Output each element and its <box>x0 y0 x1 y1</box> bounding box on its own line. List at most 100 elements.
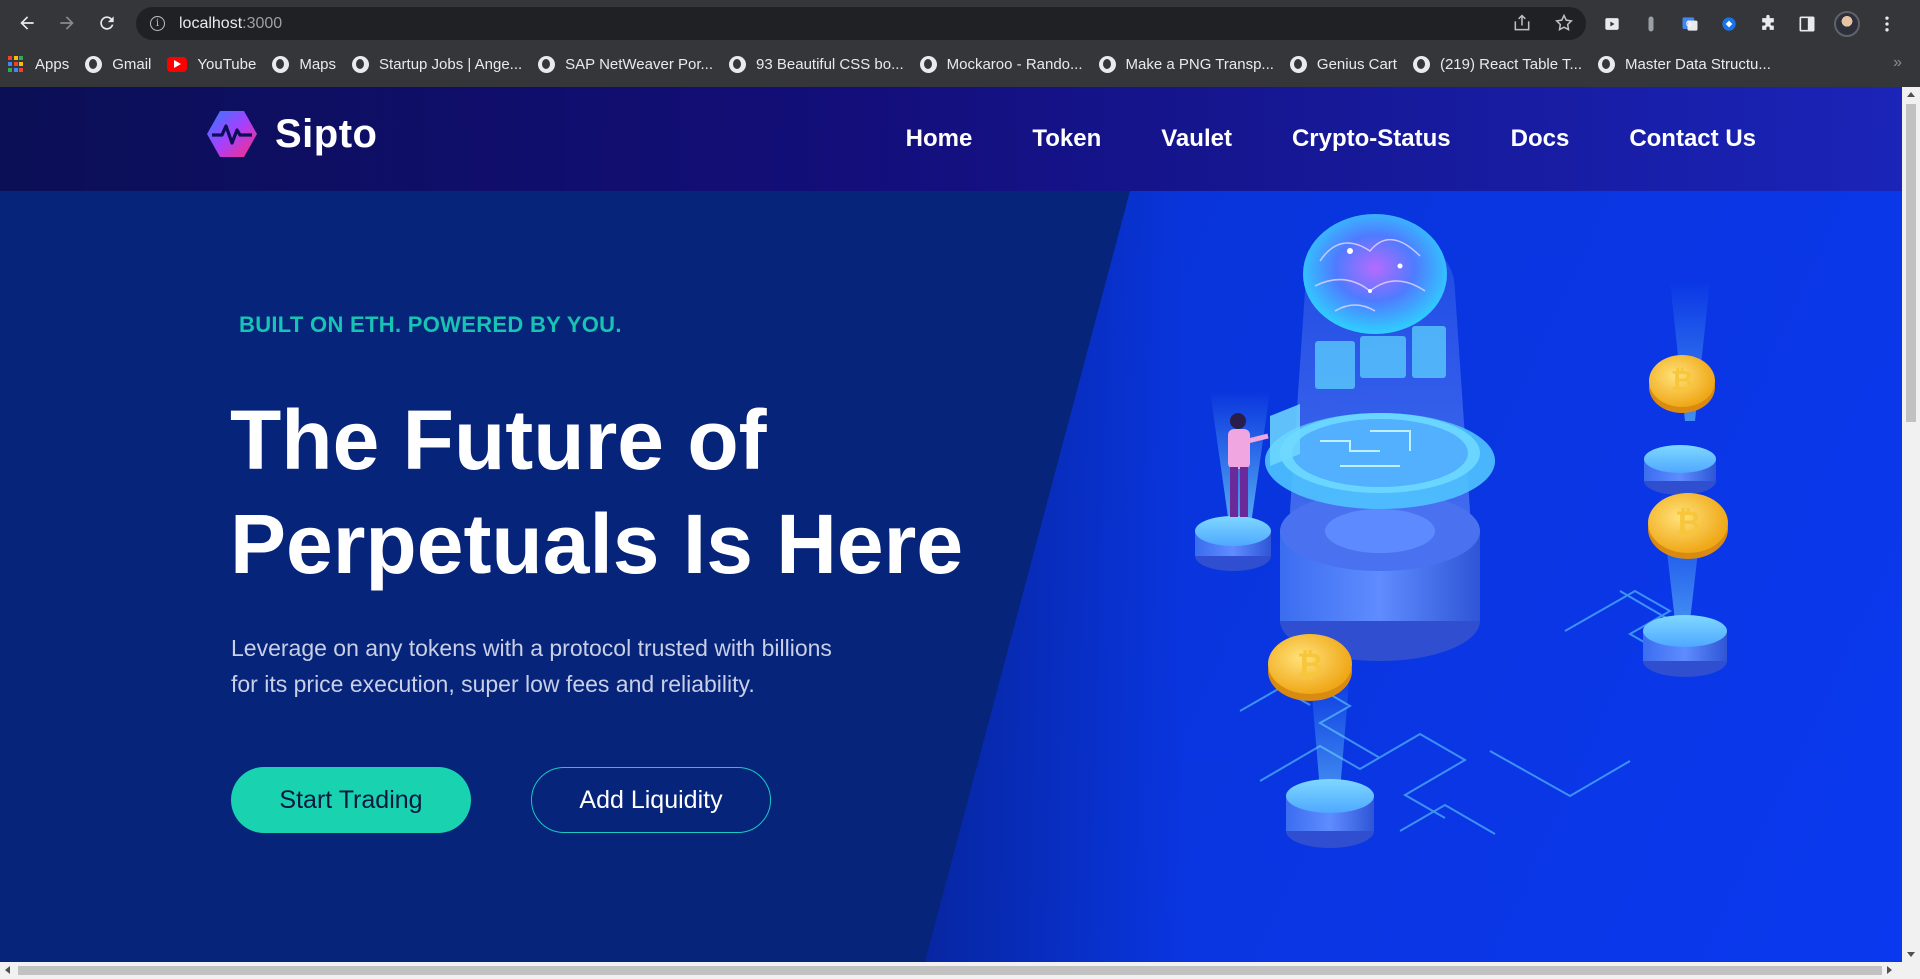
bookmark-label: Make a PNG Transp... <box>1125 55 1274 73</box>
add-liquidity-button[interactable]: Add Liquidity <box>531 767 771 833</box>
extensions-puzzle-icon[interactable] <box>1756 12 1780 36</box>
nav-docs[interactable]: Docs <box>1511 125 1570 153</box>
bookmarks-overflow-button[interactable]: » <box>1893 54 1902 72</box>
share-icon[interactable] <box>1512 13 1532 33</box>
headline-line-2: Perpetuals Is Here <box>230 497 964 591</box>
isometric-crypto-illustration: ₿ ₿ ₿ <box>1195 214 1728 848</box>
reload-icon <box>100 16 114 30</box>
vertical-scroll-thumb[interactable] <box>1906 104 1916 422</box>
bookmark-star-icon[interactable] <box>1554 13 1574 33</box>
brand-name: Sipto <box>275 111 378 156</box>
translate-extension-icon[interactable]: G <box>1678 12 1702 36</box>
bookmarks-bar: Apps Gmail YouTube Maps Startup Jobs | Ange.… <box>0 48 1920 80</box>
bookmark-item[interactable]: Maps <box>264 50 344 78</box>
bookmark-item[interactable]: 93 Beautiful CSS bo... <box>721 50 912 78</box>
globe-icon <box>538 55 556 73</box>
scroll-left-arrow-icon[interactable] <box>5 966 10 974</box>
bookmark-item[interactable]: Startup Jobs | Ange... <box>344 50 530 78</box>
nav-home[interactable]: Home <box>906 125 973 153</box>
bookmark-label: 93 Beautiful CSS bo... <box>756 55 904 73</box>
arrow-right-icon <box>60 16 74 30</box>
subtitle-line-2: for its price execution, super low fees … <box>231 671 755 697</box>
main-nav: Home Token Vaulet Crypto-Status Docs Con… <box>906 125 1756 153</box>
youtube-icon <box>167 56 188 72</box>
blue-extension-icon[interactable] <box>1717 12 1741 36</box>
nav-vaulet[interactable]: Vaulet <box>1161 125 1232 153</box>
bookmark-item[interactable]: (219) React Table T... <box>1405 50 1590 78</box>
bookmark-label: (219) React Table T... <box>1439 55 1582 73</box>
url-port: :3000 <box>242 14 283 32</box>
holo-panel <box>1412 326 1446 378</box>
hero-section: BUILT ON ETH. POWERED BY YOU. The Future… <box>0 191 1902 962</box>
bookmark-label: Apps <box>35 55 70 73</box>
bookmark-item[interactable]: YouTube <box>159 50 264 78</box>
site-info-icon[interactable]: i <box>150 16 165 31</box>
bookmark-item[interactable]: Make a PNG Transp... <box>1091 50 1282 78</box>
globe-icon <box>1098 55 1116 73</box>
bitcoin-coin: ₿ <box>1268 634 1374 848</box>
globe-icon <box>1412 55 1430 73</box>
holo-panel <box>1315 341 1355 389</box>
bookmark-label: SAP NetWeaver Por... <box>565 55 714 73</box>
bookmark-label: Genius Cart <box>1316 55 1397 73</box>
pulse-hexagon-logo-icon <box>207 111 257 157</box>
horizontal-scroll-thumb[interactable] <box>18 966 1882 975</box>
apps-icon <box>8 55 25 73</box>
svg-text:₿: ₿ <box>1297 646 1323 684</box>
media-extension-icon[interactable] <box>1600 12 1624 36</box>
site-header: Sipto Home Token Vaulet Crypto-Status Do… <box>0 87 1902 191</box>
globe-icon <box>352 55 370 73</box>
globe-icon <box>272 55 290 73</box>
bookmark-label: Mockaroo - Rando... <box>946 55 1083 73</box>
scroll-up-arrow-icon[interactable] <box>1907 92 1915 97</box>
bookmark-label: Gmail <box>112 55 152 73</box>
browser-menu-icon[interactable] <box>1875 12 1899 36</box>
globe-icon <box>919 55 937 73</box>
scroll-down-arrow-icon[interactable] <box>1907 952 1915 957</box>
globe-icon <box>1598 55 1615 73</box>
arrow-left-icon <box>20 16 34 30</box>
bookmark-label: YouTube <box>197 55 257 73</box>
holo-panel <box>1360 336 1406 378</box>
bitcoin-coin: ₿ <box>1643 491 1728 677</box>
start-trading-button[interactable]: Start Trading <box>231 767 471 833</box>
vertical-scrollbar[interactable] <box>1902 87 1920 962</box>
svg-text:₿: ₿ <box>1671 364 1694 397</box>
bookmark-label: Master Data Structu... <box>1625 55 1771 73</box>
page-viewport: Sipto Home Token Vaulet Crypto-Status Do… <box>0 87 1902 962</box>
globe-icon <box>729 55 747 73</box>
hero-headline: The Future of Perpetuals Is Here <box>230 388 1050 596</box>
url-host: localhost <box>179 14 243 32</box>
svg-text:₿: ₿ <box>1675 504 1701 542</box>
bookmark-item[interactable]: SAP NetWeaver Por... <box>530 50 721 78</box>
forward-button[interactable] <box>47 3 87 43</box>
svg-text:G: G <box>1686 20 1692 29</box>
globe-icon <box>85 55 103 73</box>
address-bar[interactable]: i localhost:3000 <box>136 7 1586 40</box>
bookmark-item[interactable]: Mockaroo - Rando... <box>912 50 1091 78</box>
bookmark-label: Startup Jobs | Ange... <box>379 55 523 73</box>
site-logo[interactable]: Sipto <box>206 109 377 159</box>
bookmark-item[interactable]: Apps <box>0 50 77 78</box>
url-text[interactable]: localhost:3000 <box>179 15 282 33</box>
globe-icon <box>1289 55 1307 73</box>
capsule-extension-icon[interactable] <box>1639 12 1663 36</box>
nav-crypto-status[interactable]: Crypto-Status <box>1292 125 1451 153</box>
hero-eyebrow: BUILT ON ETH. POWERED BY YOU. <box>239 312 622 337</box>
bookmark-label: Maps <box>299 55 337 73</box>
bookmark-item[interactable]: Genius Cart <box>1282 50 1405 78</box>
side-panel-icon[interactable] <box>1795 12 1819 36</box>
nav-contact-us[interactable]: Contact Us <box>1629 125 1756 153</box>
back-button[interactable] <box>7 3 47 43</box>
profile-avatar[interactable] <box>1834 11 1860 37</box>
reload-button[interactable] <box>87 3 127 43</box>
brain-hologram <box>1303 214 1447 334</box>
scroll-right-arrow-icon[interactable] <box>1887 966 1892 974</box>
subtitle-line-1: Leverage on any tokens with a protocol t… <box>231 635 832 661</box>
bitcoin-coin: ₿ <box>1644 281 1716 495</box>
nav-token[interactable]: Token <box>1032 125 1101 153</box>
horizontal-scrollbar[interactable] <box>0 962 1920 979</box>
bookmark-item[interactable]: Gmail <box>77 50 159 78</box>
headline-line-1: The Future of <box>230 393 767 487</box>
bookmark-item[interactable]: Master Data Structu... <box>1590 50 1779 78</box>
